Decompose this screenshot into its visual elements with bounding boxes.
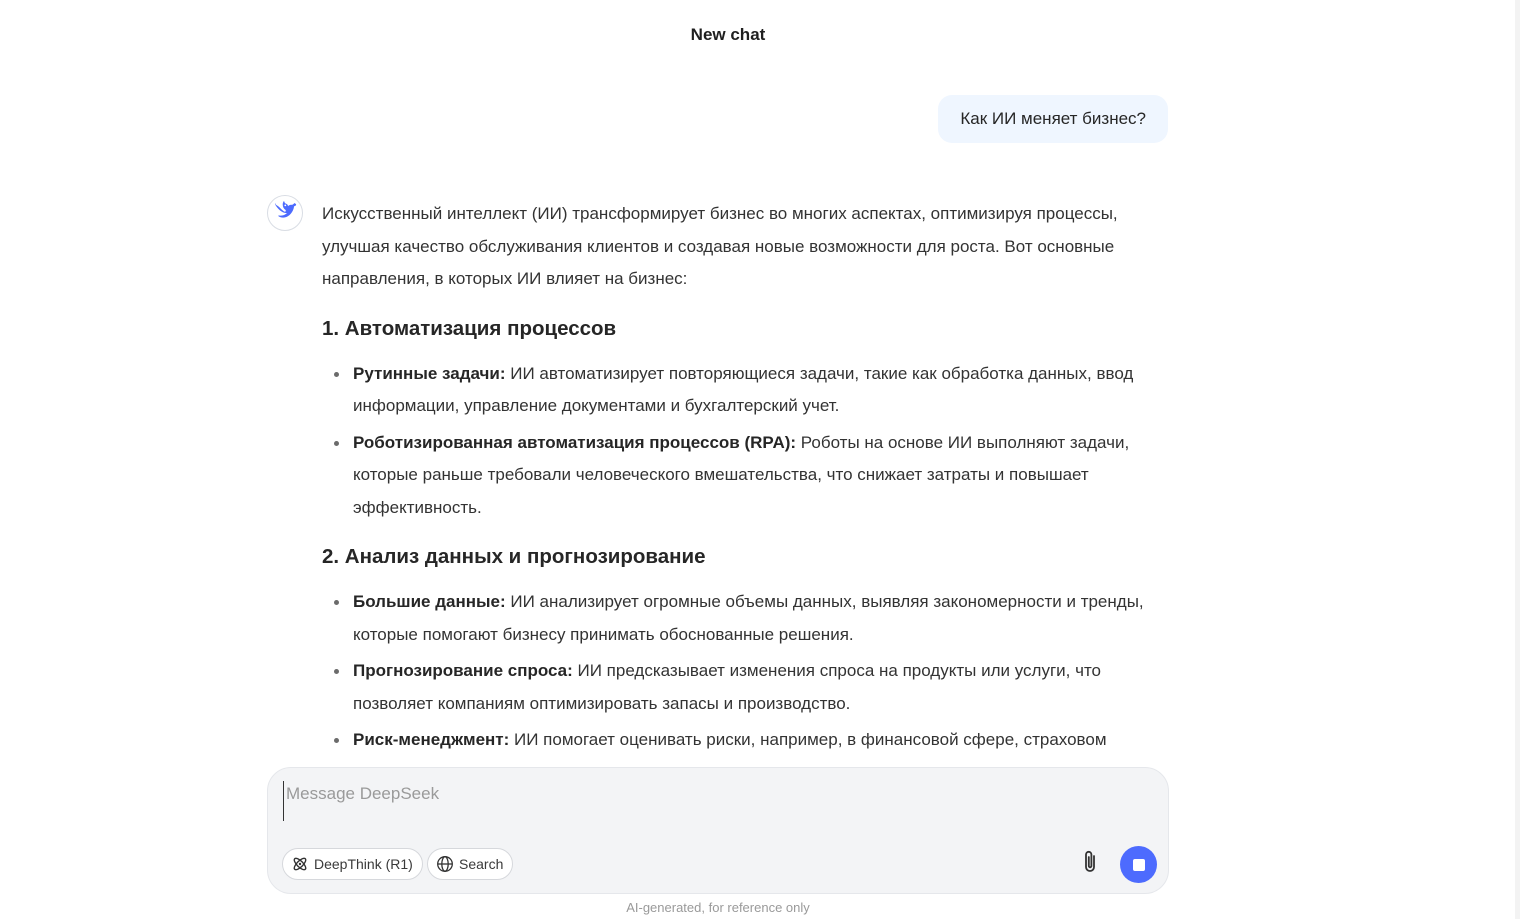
stop-icon	[1132, 858, 1145, 871]
deepseek-whale-icon	[273, 200, 297, 226]
response-intro: Искусственный интеллект (ИИ) трансформир…	[322, 204, 1118, 288]
list-item: Рутинные задачи: ИИ автоматизирует повто…	[334, 358, 1172, 423]
section-heading: 2. Анализ данных и прогнозирование	[322, 545, 706, 568]
list-item-text: ИИ помогает оценивать риски, например, в…	[509, 730, 1107, 749]
list-item-label: Прогнозирование спроса:	[353, 661, 573, 680]
list-item: Роботизированная автоматизация процессов…	[334, 427, 1172, 525]
chat-title: New chat	[690, 25, 766, 44]
list-item-label: Большие данные:	[353, 592, 506, 611]
scrollbar[interactable]	[1515, 0, 1520, 919]
atom-icon	[291, 855, 309, 873]
search-label: Search	[459, 856, 504, 872]
deepthink-label: DeepThink (R1)	[314, 856, 413, 872]
chat-app: New chat Как ИИ меняет бизнес? Искусстве…	[0, 0, 1520, 919]
search-button[interactable]: Search	[427, 848, 514, 880]
message-composer: DeepThink (R1) Search	[267, 767, 1169, 894]
list-item: Риск-менеджмент: ИИ помогает оценивать р…	[334, 724, 1172, 757]
assistant-avatar	[267, 195, 303, 231]
bullet-list: Большие данные: ИИ анализирует огромные …	[322, 586, 1172, 757]
list-item-label: Рутинные задачи:	[353, 363, 506, 383]
attach-button[interactable]	[1074, 848, 1106, 880]
paperclip-icon	[1080, 849, 1100, 880]
list-item-label: Роботизированная автоматизация процессов…	[353, 432, 797, 452]
globe-icon	[436, 855, 454, 873]
list-item: Прогнозирование спроса: ИИ предсказывает…	[334, 655, 1172, 720]
list-item: Большие данные: ИИ анализирует огромные …	[334, 586, 1172, 651]
message-input[interactable]	[283, 781, 1146, 821]
user-message-bubble: Как ИИ меняет бизнес?	[938, 95, 1168, 143]
disclaimer-text: AI-generated, for reference only	[626, 900, 810, 915]
bullet-list: Рутинные задачи: ИИ автоматизирует повто…	[322, 358, 1172, 525]
deepthink-button[interactable]: DeepThink (R1)	[282, 848, 423, 880]
stop-generation-button[interactable]	[1120, 846, 1157, 883]
list-item-label: Риск-менеджмент:	[353, 730, 510, 749]
assistant-response: Искусственный интеллект (ИИ) трансформир…	[322, 198, 1172, 761]
section-heading: 1. Автоматизация процессов	[322, 316, 617, 340]
